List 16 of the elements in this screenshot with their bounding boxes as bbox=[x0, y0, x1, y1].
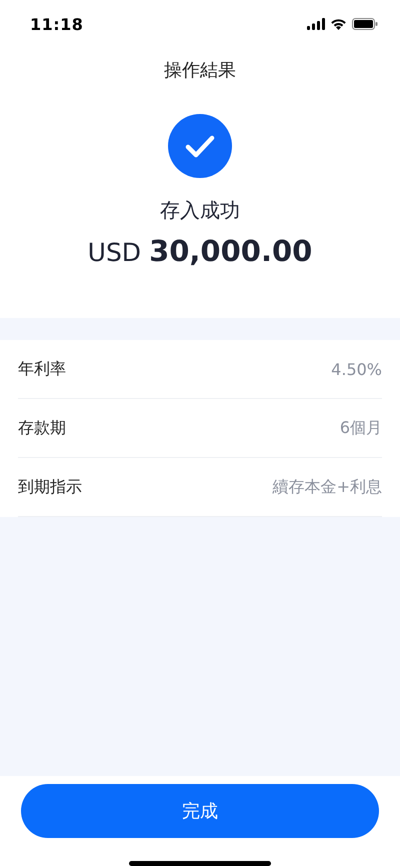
amount-value: 30,000.00 bbox=[149, 234, 312, 268]
done-button[interactable]: 完成 bbox=[21, 784, 379, 838]
detail-value: 4.50% bbox=[331, 360, 382, 378]
detail-label: 存款期 bbox=[18, 418, 66, 438]
checkmark-icon bbox=[168, 114, 232, 178]
status-time: 11:18 bbox=[30, 14, 84, 34]
detail-label: 到期指示 bbox=[18, 476, 82, 498]
page-title: 操作結果 bbox=[164, 59, 236, 83]
battery-icon bbox=[352, 18, 378, 30]
detail-value: 續存本金+利息 bbox=[272, 476, 382, 498]
currency-label: USD bbox=[88, 238, 142, 267]
result-message: 存入成功 bbox=[160, 197, 240, 224]
wifi-icon bbox=[330, 18, 347, 30]
detail-value: 6個月 bbox=[340, 418, 382, 438]
signal-icon bbox=[307, 18, 325, 30]
detail-label: 年利率 bbox=[18, 358, 66, 380]
